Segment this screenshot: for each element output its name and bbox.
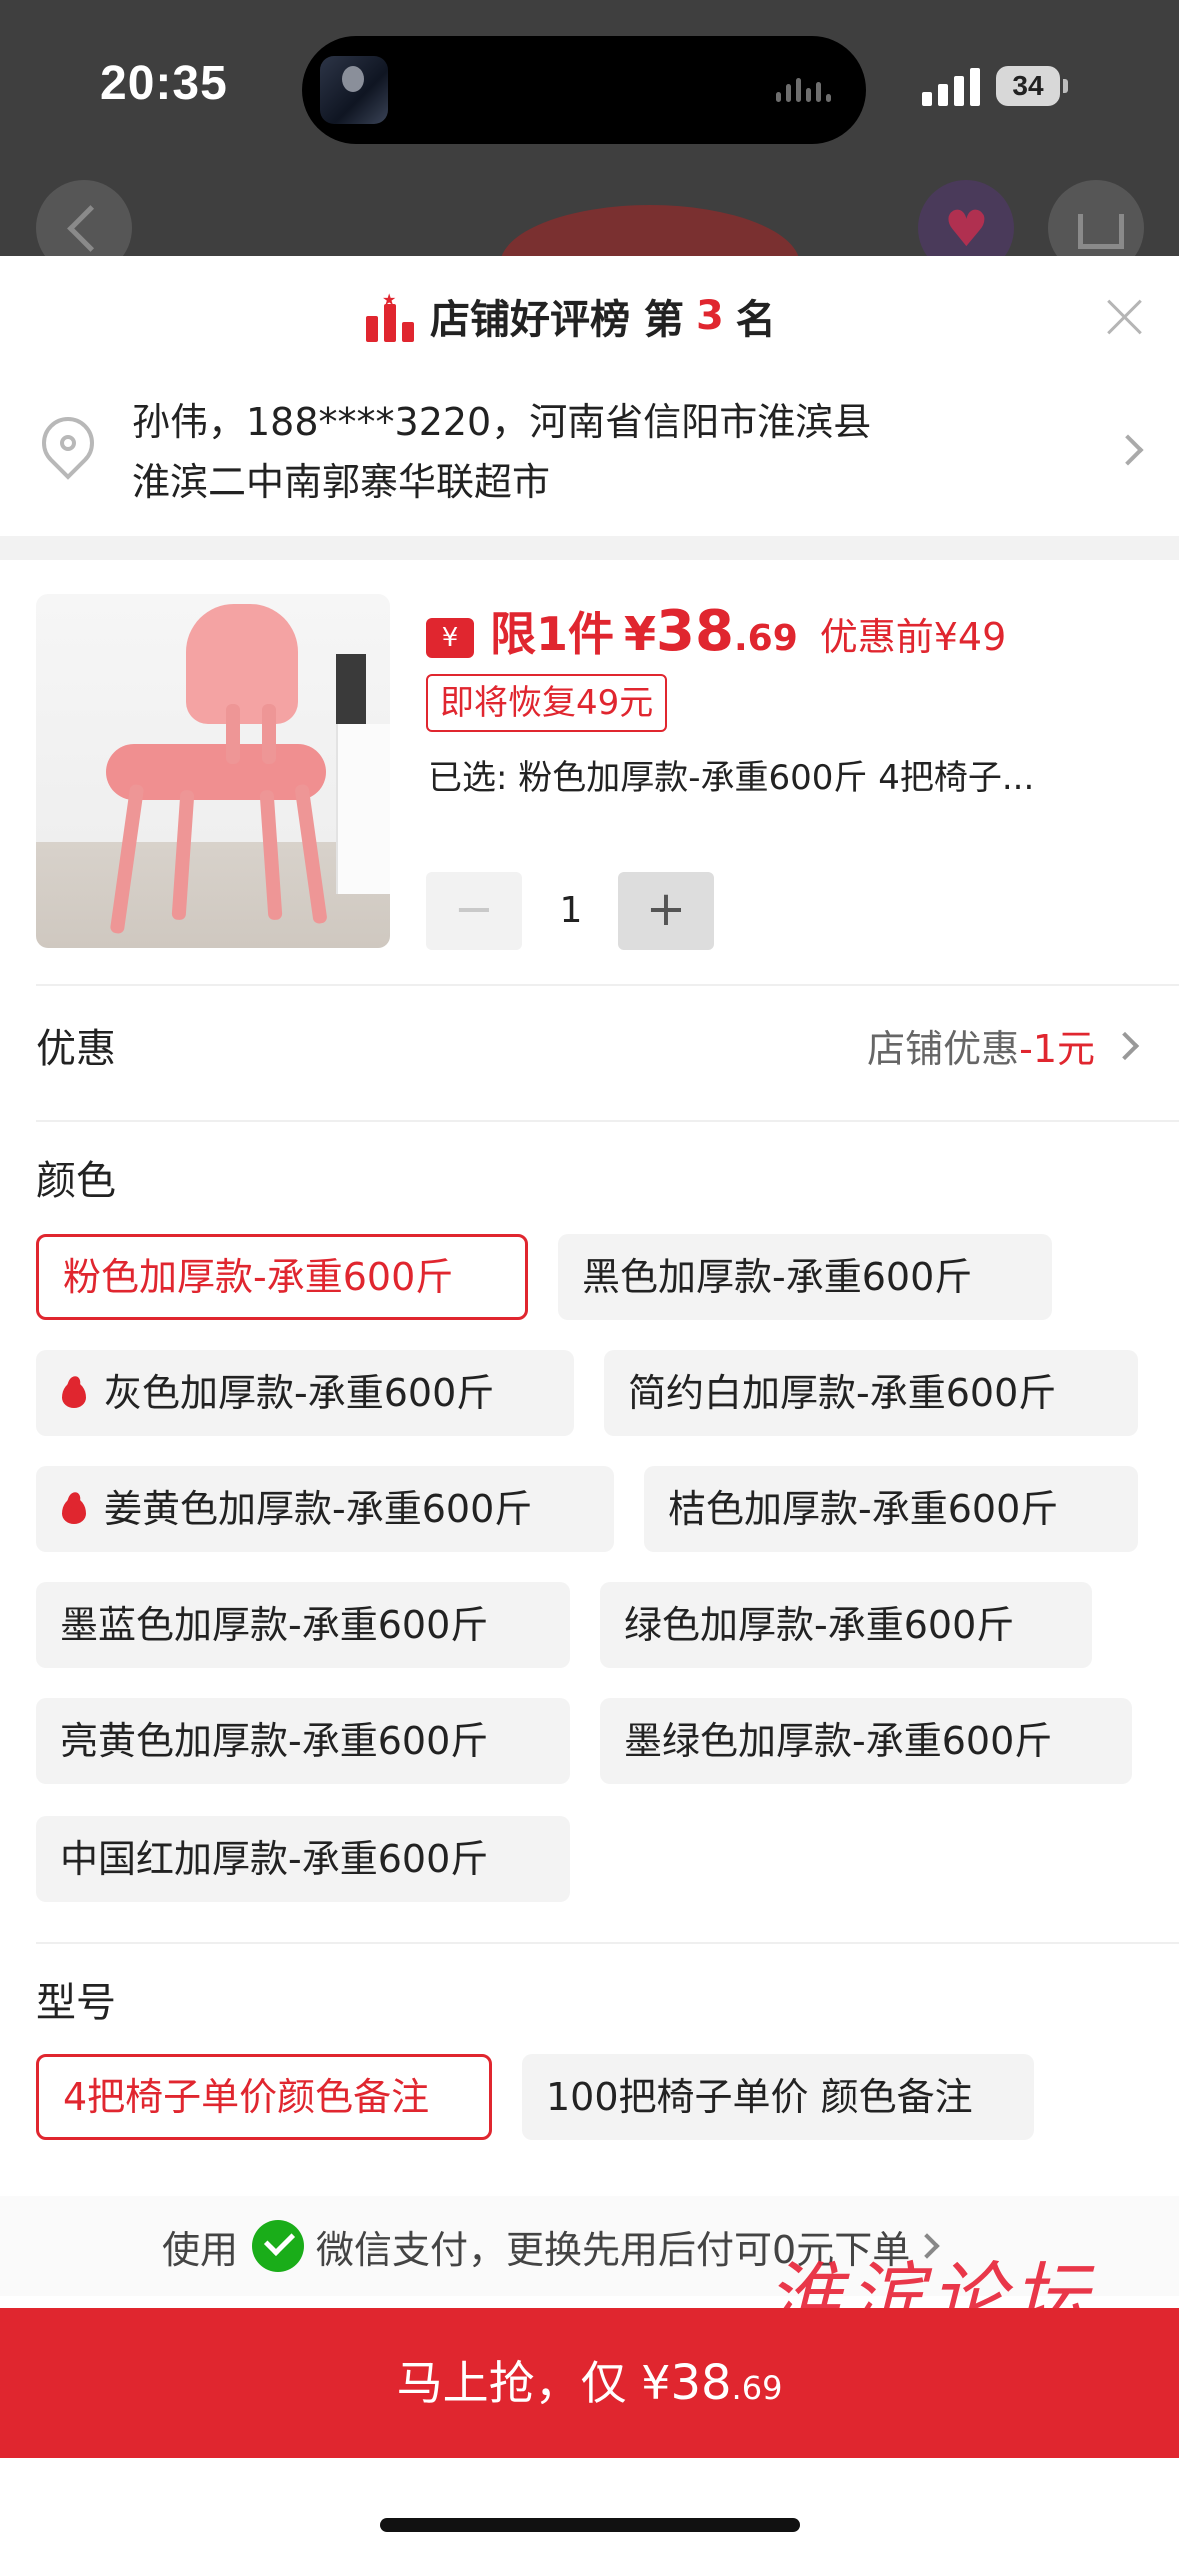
quantity-value[interactable]: 1 [522, 872, 620, 950]
model-option[interactable]: 4把椅子单价颜色备注 [36, 2054, 492, 2140]
dynamic-island[interactable] [302, 36, 866, 144]
share-icon [1048, 180, 1144, 262]
color-option[interactable]: 墨绿色加厚款-承重600斤 [600, 1698, 1132, 1784]
background-page: 20:35 34 [0, 0, 1179, 262]
payment-prefix: 使用 [162, 2227, 239, 2272]
price-symbol: ¥ [624, 607, 657, 661]
buy-button-price-integer: 38 [670, 2355, 732, 2411]
discount-label: 优惠 [36, 1026, 116, 1072]
store-rank-banner: ★ 店铺好评榜 第 3 名 [0, 256, 1179, 376]
color-option[interactable]: 桔色加厚款-承重600斤 [644, 1466, 1138, 1552]
color-option[interactable]: 墨蓝色加厚款-承重600斤 [36, 1582, 570, 1668]
chevron-right-icon [1112, 434, 1144, 466]
status-time: 20:35 [100, 57, 228, 110]
favorite-icon [918, 180, 1014, 262]
color-option-label: 姜黄色加厚款-承重600斤 [104, 1487, 533, 1531]
color-option[interactable]: 亮黄色加厚款-承重600斤 [36, 1698, 570, 1784]
selected-sku-summary: 已选: 粉色加厚款-承重600斤 4把椅子... [428, 758, 1035, 798]
now-playing-artwork [320, 56, 388, 124]
wechat-pay-icon [252, 2220, 305, 2272]
decrease-quantity-button[interactable]: − [426, 872, 522, 950]
price-integer: 38 [656, 599, 734, 664]
color-option[interactable]: 姜黄色加厚款-承重600斤 [36, 1466, 614, 1552]
color-option[interactable]: 黑色加厚款-承重600斤 [558, 1234, 1052, 1320]
sku-selection-sheet: ★ 店铺好评榜 第 3 名 孙伟，188****3220，河南省信阳市淮滨县 淮… [0, 256, 1179, 2556]
shipping-address[interactable]: 孙伟，188****3220，河南省信阳市淮滨县 淮滨二中南郭寨华联超市 [0, 381, 1179, 531]
close-icon[interactable] [1099, 292, 1149, 342]
price-restore-tag: 即将恢复49元 [426, 674, 668, 732]
model-option[interactable]: 100把椅子单价 颜色备注 [522, 2054, 1034, 2140]
discount-amount: -1元 [1019, 1027, 1095, 1071]
color-option[interactable]: 绿色加厚款-承重600斤 [600, 1582, 1092, 1668]
purchase-limit: 限1件 [490, 607, 615, 661]
rank-number: 3 [695, 293, 724, 339]
divider [36, 1120, 1179, 1122]
quantity-stepper: − 1 + [426, 872, 716, 950]
location-icon [31, 406, 105, 487]
original-price: 优惠前¥49 [819, 615, 1007, 659]
coupon-icon: ¥ [426, 618, 474, 658]
discount-row[interactable]: 优惠 店铺优惠-1元 [0, 986, 1179, 1096]
ranking-icon: ★ [366, 290, 414, 342]
discount-type: 店铺优惠 [867, 1027, 1020, 1071]
divider [36, 1942, 1179, 1944]
buy-button-price-decimal: .69 [731, 2369, 783, 2407]
rank-prefix: 店铺好评榜 第 [430, 297, 684, 343]
battery-level: 34 [996, 66, 1060, 106]
buy-button-label: 马上抢，仅 ¥ [396, 2356, 671, 2410]
color-section-title: 颜色 [36, 1158, 116, 1204]
address-line-1: 孙伟，188****3220，河南省信阳市淮滨县 [132, 400, 872, 444]
audio-wave-icon [776, 78, 836, 102]
cellular-signal-icon [922, 66, 980, 106]
color-option[interactable]: 灰色加厚款-承重600斤 [36, 1350, 574, 1436]
color-option[interactable]: 粉色加厚款-承重600斤 [36, 1234, 528, 1320]
home-indicator[interactable] [380, 2518, 800, 2532]
battery-icon: 34 [996, 66, 1068, 106]
chevron-right-icon [1110, 1031, 1140, 1061]
hot-icon [60, 1492, 88, 1526]
back-icon [36, 180, 132, 262]
product-thumbnail[interactable] [36, 594, 390, 948]
price-decimal: .69 [733, 618, 798, 659]
hot-icon [60, 1376, 88, 1410]
section-divider [0, 536, 1179, 560]
address-line-2: 淮滨二中南郭寨华联超市 [132, 460, 551, 504]
increase-quantity-button[interactable]: + [618, 872, 714, 950]
color-option-label: 灰色加厚款-承重600斤 [104, 1371, 495, 1415]
price-row: ¥ 限1件 ¥ 38 .69 优惠前¥49 [426, 598, 1006, 668]
buy-now-button[interactable]: 马上抢，仅 ¥38.69 [0, 2308, 1179, 2458]
color-option[interactable]: 中国红加厚款-承重600斤 [36, 1816, 570, 1902]
discount-value: 店铺优惠-1元 [867, 1018, 1095, 1073]
model-section-title: 型号 [36, 1980, 116, 2026]
background-product-image [500, 205, 800, 262]
color-option[interactable]: 简约白加厚款-承重600斤 [604, 1350, 1138, 1436]
rank-suffix: 名 [735, 297, 776, 343]
